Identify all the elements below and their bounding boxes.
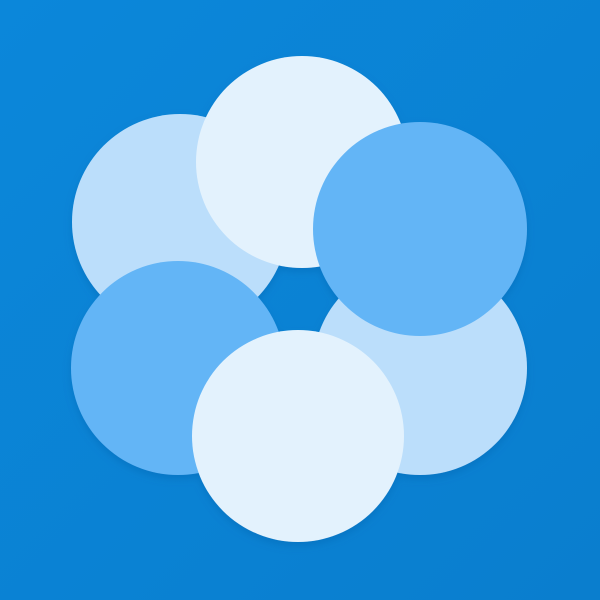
overlapping-circles-flower-icon [0,0,600,600]
app-icon [0,0,600,600]
petal-bottom [192,330,404,542]
petal-upper-right [313,122,527,336]
